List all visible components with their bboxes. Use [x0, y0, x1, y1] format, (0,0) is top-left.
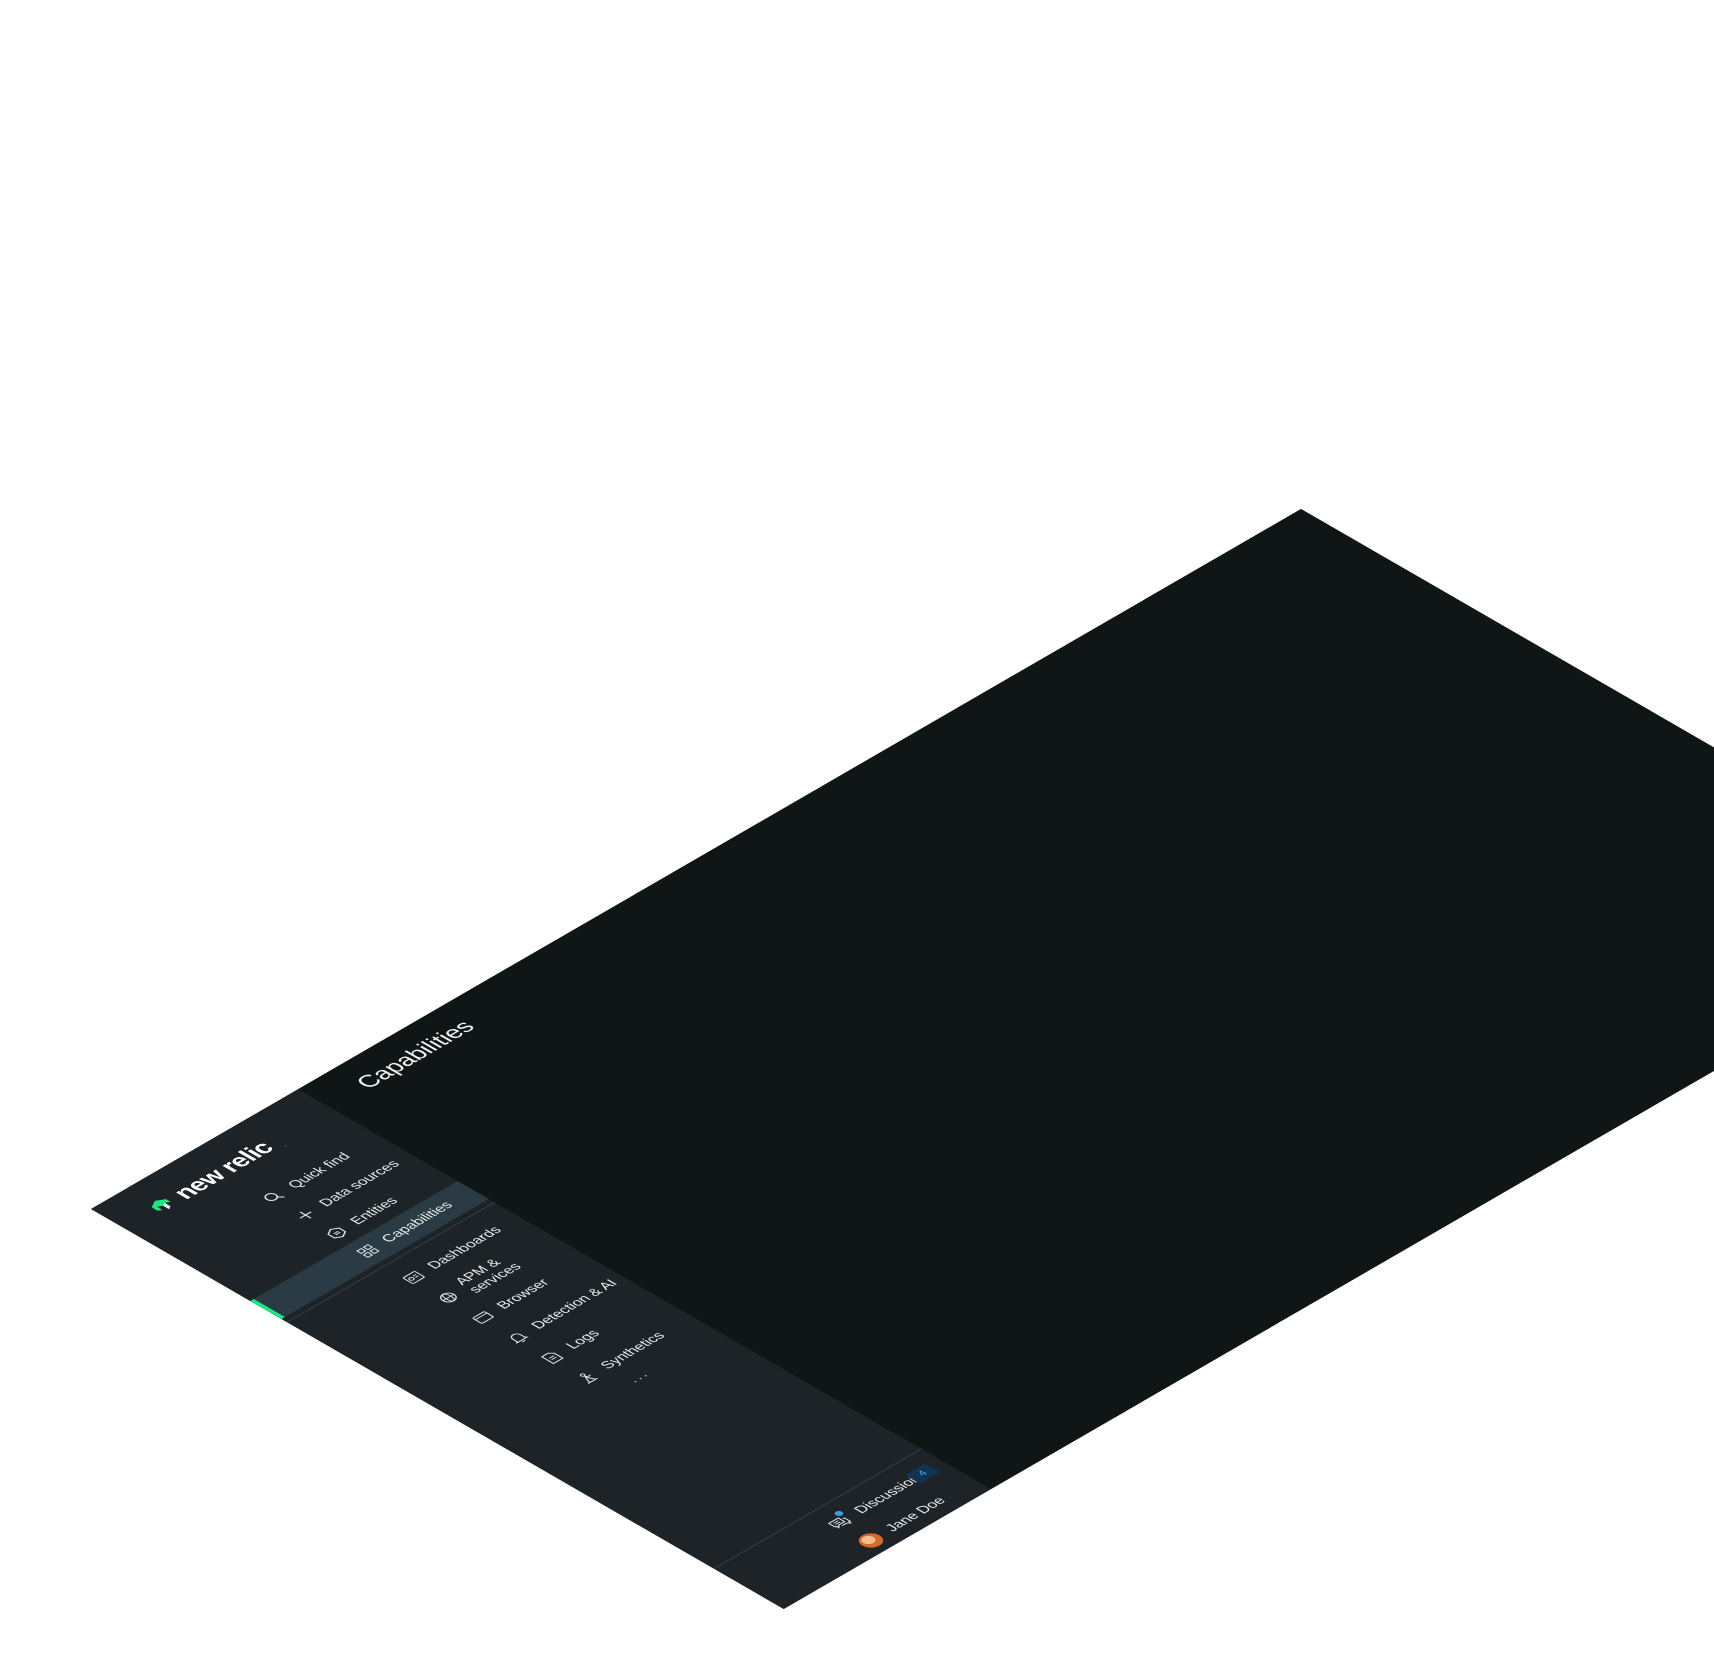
dashboard-icon [396, 1268, 431, 1288]
entities-icon [319, 1223, 354, 1243]
discussions-icon [821, 1510, 859, 1534]
sidebar-footer: Discussions 4 Jane Doe [713, 1448, 992, 1610]
nav-item-label: Logs [562, 1327, 604, 1352]
grid-icon [351, 1241, 386, 1261]
page-title: Capabilities [350, 1016, 481, 1093]
plus-icon [288, 1205, 323, 1225]
search-icon [257, 1187, 292, 1207]
bell-icon [500, 1328, 535, 1348]
logo-trademark: . [279, 1142, 289, 1148]
app-window: new relic . Quick find Data sources Enti… [91, 509, 1714, 1609]
logs-icon [535, 1348, 570, 1368]
globe-icon [431, 1288, 466, 1308]
avatar-wrapper [852, 1530, 890, 1552]
screenshot-stage: new relic . Quick find Data sources Enti… [0, 0, 1714, 1656]
new-relic-logo-icon [151, 1199, 171, 1211]
synthetics-icon [570, 1368, 605, 1388]
avatar [853, 1530, 889, 1551]
browser-icon [466, 1308, 501, 1328]
